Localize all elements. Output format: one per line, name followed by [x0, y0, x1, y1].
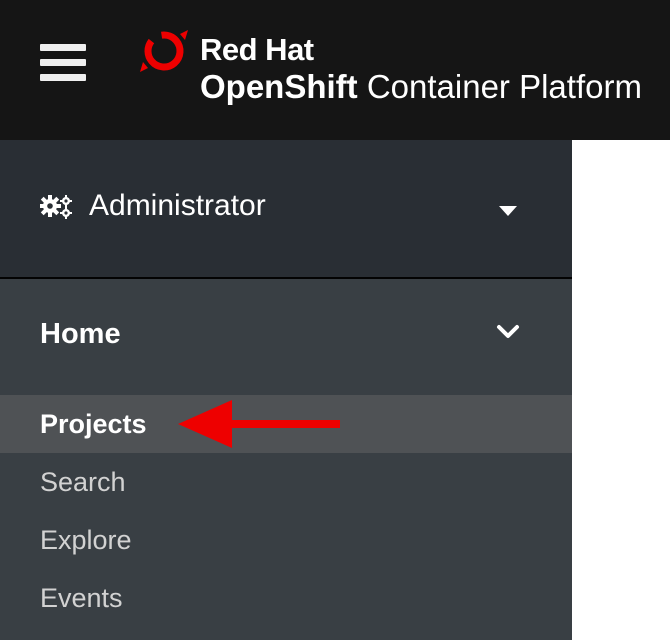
brand-product: OpenShift Container Platform — [200, 66, 642, 108]
nav-item-label: Events — [40, 583, 123, 613]
hamburger-menu-icon[interactable] — [40, 44, 86, 82]
brand-name: Red Hat — [200, 32, 314, 67]
annotation-arrow — [178, 400, 340, 448]
nav-section-label: Home — [40, 318, 121, 350]
caret-down-icon[interactable] — [499, 206, 517, 216]
brand-product-bold: OpenShift — [200, 68, 358, 105]
nav-item-label: Search — [40, 467, 126, 497]
redhat-logo-icon[interactable] — [136, 26, 192, 76]
nav-item-label: Projects — [40, 409, 147, 439]
chevron-down-icon — [497, 325, 519, 338]
perspective-switcher[interactable]: Administrator — [0, 140, 572, 279]
perspective-label: Administrator — [89, 189, 266, 222]
nav-item-search[interactable]: Search — [0, 453, 572, 511]
sidebar: Administrator Home Projects Search Explo… — [0, 140, 572, 640]
nav-section-home[interactable]: Home — [0, 300, 572, 370]
cogs-icon — [40, 195, 72, 219]
nav-item-label: Explore — [40, 525, 132, 555]
masthead: Red Hat OpenShift Container Platform — [0, 0, 670, 140]
nav-item-explore[interactable]: Explore — [0, 511, 572, 569]
brand-product-rest: Container Platform — [357, 68, 642, 105]
nav-item-events[interactable]: Events — [0, 569, 572, 627]
